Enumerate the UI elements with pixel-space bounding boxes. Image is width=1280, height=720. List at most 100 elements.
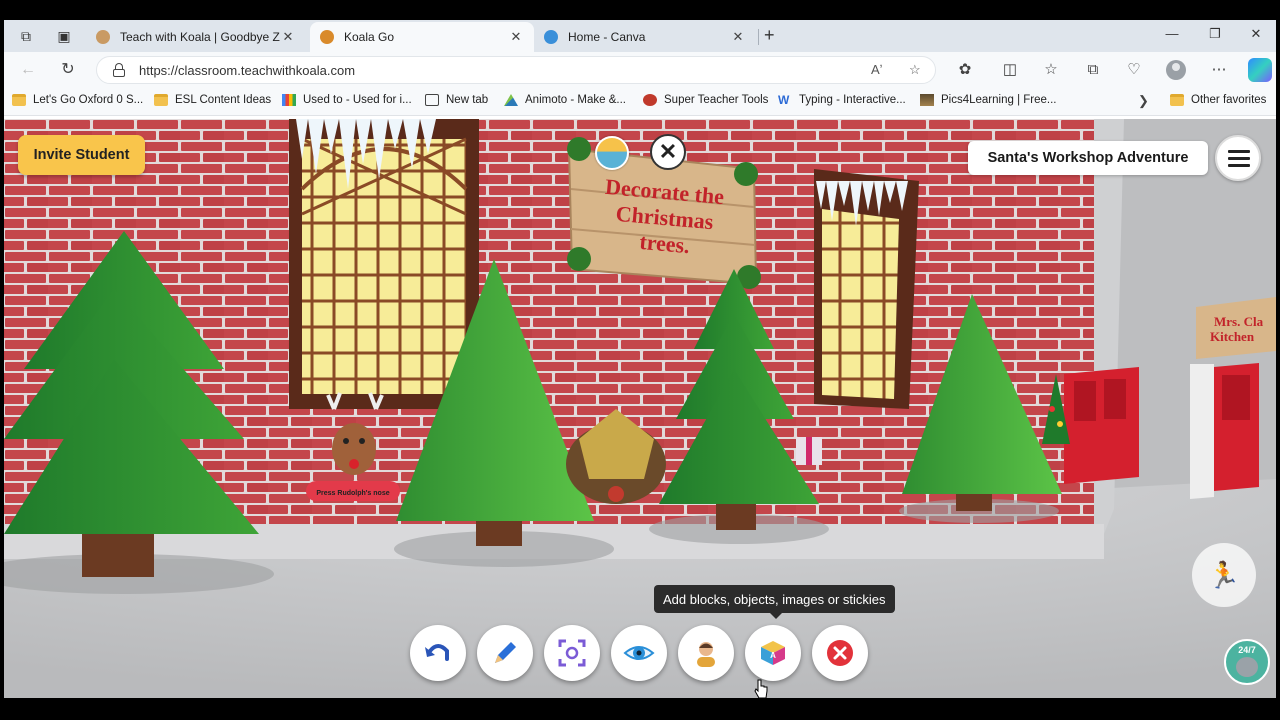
split-screen-icon[interactable]: ◫ xyxy=(999,59,1021,81)
bookmark-item[interactable]: Pics4Learning | Free... xyxy=(920,94,1057,106)
character-walk-button[interactable]: 🏃 xyxy=(1192,543,1256,607)
read-aloud-icon[interactable]: Aʼ xyxy=(871,62,883,77)
menu-bar-icon xyxy=(1228,150,1250,153)
bookmark-label: Typing - Interactive... xyxy=(799,94,906,106)
browser-essentials-icon[interactable]: ♡ xyxy=(1123,59,1145,81)
bookmark-item[interactable]: Let's Go Oxford 0 S... xyxy=(12,94,143,106)
workspaces-icon[interactable]: ⧉ xyxy=(14,26,38,46)
bookmark-item[interactable]: New tab xyxy=(425,94,488,106)
w-icon: W xyxy=(778,93,790,107)
red-door-left xyxy=(1064,367,1139,484)
tab-separator xyxy=(758,29,759,45)
bookmark-label: ESL Content Ideas xyxy=(175,94,272,106)
screen: ⧉ ▣ Teach with Koala | Goodbye Zoom ✕ Ko… xyxy=(0,0,1280,720)
bookmark-label: Used to - Used for i... xyxy=(303,94,412,106)
bookmark-item[interactable]: ESL Content Ideas xyxy=(154,94,271,106)
bookmark-item[interactable]: W Typing - Interactive... xyxy=(778,94,906,106)
focus-button[interactable] xyxy=(544,625,600,681)
bookmark-item[interactable]: Used to - Used for i... xyxy=(282,94,412,106)
copilot-icon[interactable] xyxy=(1248,58,1272,82)
lock-icon xyxy=(113,63,125,77)
bookmark-label: Let's Go Oxford 0 S... xyxy=(33,94,144,106)
svg-text:A: A xyxy=(770,651,776,660)
left-window xyxy=(289,119,479,409)
minimize-button[interactable]: — xyxy=(1152,26,1192,41)
tab-title: Home - Canva xyxy=(568,30,646,44)
hamburger-menu-button[interactable] xyxy=(1215,135,1261,181)
bookmark-label: Other favorites xyxy=(1191,94,1267,106)
browser-window: ⧉ ▣ Teach with Koala | Goodbye Zoom ✕ Ko… xyxy=(4,20,1276,698)
newtab-icon xyxy=(425,94,439,106)
undo-icon xyxy=(425,644,449,661)
add-objects-button[interactable]: A xyxy=(745,625,801,681)
favorites-icon[interactable]: ☆ xyxy=(1040,59,1062,81)
sign-line-3: trees. xyxy=(639,229,691,258)
help-badge-label: 24/7 xyxy=(1238,645,1256,655)
vertical-tabs-icon[interactable]: ▣ xyxy=(52,26,76,46)
close-tab-icon[interactable]: ✕ xyxy=(280,29,296,45)
exit-button[interactable] xyxy=(812,625,868,681)
view-button[interactable] xyxy=(611,625,667,681)
tab-teach-with-koala[interactable]: Teach with Koala | Goodbye Zoom ✕ xyxy=(86,22,306,52)
red-door-right xyxy=(1214,363,1259,491)
profile-avatar[interactable] xyxy=(1166,60,1186,80)
collections-icon[interactable]: ⧉ xyxy=(1082,59,1104,81)
invite-student-button[interactable]: Invite Student xyxy=(18,135,145,175)
refresh-button[interactable]: ↻ xyxy=(56,59,80,81)
gift-box xyxy=(796,437,822,465)
folder-icon xyxy=(1170,94,1184,106)
favorite-star-icon[interactable]: ☆ xyxy=(909,62,921,78)
undo-button[interactable] xyxy=(410,625,466,681)
pencil-icon xyxy=(495,642,516,663)
image-icon xyxy=(920,94,934,106)
focus-icon xyxy=(558,639,586,667)
blocks-icon: A xyxy=(761,641,785,665)
tab-koala-go[interactable]: Koala Go ✕ xyxy=(310,22,534,52)
kitchen-sign-line-2: Kitchen xyxy=(1210,329,1255,344)
bookmark-item[interactable]: Super Teacher Tools xyxy=(643,94,768,106)
tab-canva[interactable]: Home - Canva ✕ xyxy=(534,22,756,52)
kitchen-sign: Mrs. Cla Kitchen xyxy=(1196,297,1276,359)
tab-strip: ⧉ ▣ Teach with Koala | Goodbye Zoom ✕ Ko… xyxy=(4,20,1276,52)
workshop-3d-scene[interactable]: Decorate the Christmas trees. Mrs. Cla K… xyxy=(4,119,1276,698)
rudolph-sign-text: Press Rudolph's nose xyxy=(316,490,389,497)
url-text: https://classroom.teachwithkoala.com xyxy=(139,63,356,78)
tab-title: Koala Go xyxy=(344,30,395,44)
new-tab-button[interactable]: + xyxy=(764,25,775,46)
bookmark-label: Pics4Learning | Free... xyxy=(941,94,1057,106)
folder-icon xyxy=(12,94,26,106)
kitchen-sign-line-1: Mrs. Cla xyxy=(1214,314,1264,329)
bottom-toolbar: A xyxy=(410,625,868,681)
close-sign-button[interactable]: ✕ xyxy=(650,134,686,170)
bookmark-label: Animoto - Make &... xyxy=(525,94,626,106)
close-tab-icon[interactable]: ✕ xyxy=(508,29,524,45)
google-icon xyxy=(282,94,296,106)
koala-face-icon xyxy=(1236,657,1258,677)
address-bar[interactable]: https://classroom.teachwithkoala.com Aʼ … xyxy=(96,56,936,84)
folder-icon xyxy=(154,94,168,106)
close-tab-icon[interactable]: ✕ xyxy=(730,29,746,45)
bookmark-item[interactable]: Animoto - Make &... xyxy=(504,94,626,106)
more-options-icon[interactable]: ⋯ xyxy=(1208,59,1230,81)
avatar-icon xyxy=(697,642,715,667)
bookmark-label: Super Teacher Tools xyxy=(664,94,769,106)
draw-button[interactable] xyxy=(477,625,533,681)
address-row: ← ↻ https://classroom.teachwithkoala.com… xyxy=(4,52,1276,88)
koala-help-button[interactable]: 24/7 xyxy=(1224,639,1270,685)
tab-title: Teach with Koala | Goodbye Zoom xyxy=(120,30,280,44)
restore-button[interactable]: ❐ xyxy=(1195,26,1235,42)
close-window-button[interactable]: ✕ xyxy=(1236,26,1276,42)
close-circle-icon xyxy=(827,640,853,666)
bookmarks-bar: Let's Go Oxford 0 S... ESL Content Ideas… xyxy=(4,88,1276,116)
weather-badge-icon[interactable] xyxy=(595,136,629,170)
avatar-button[interactable] xyxy=(678,625,734,681)
koala-go-viewport[interactable]: Decorate the Christmas trees. Mrs. Cla K… xyxy=(4,119,1276,698)
extensions-icon[interactable]: ✿ xyxy=(954,59,976,81)
other-favorites[interactable]: Other favorites xyxy=(1170,94,1266,106)
hand-cursor-icon xyxy=(754,679,768,698)
gear-icon xyxy=(643,94,657,106)
menu-bar-icon xyxy=(1228,164,1250,167)
more-bookmarks-chevron-icon[interactable]: ❯ xyxy=(1138,93,1149,109)
canva-favicon-icon xyxy=(544,30,558,44)
back-button[interactable]: ← xyxy=(16,59,40,81)
